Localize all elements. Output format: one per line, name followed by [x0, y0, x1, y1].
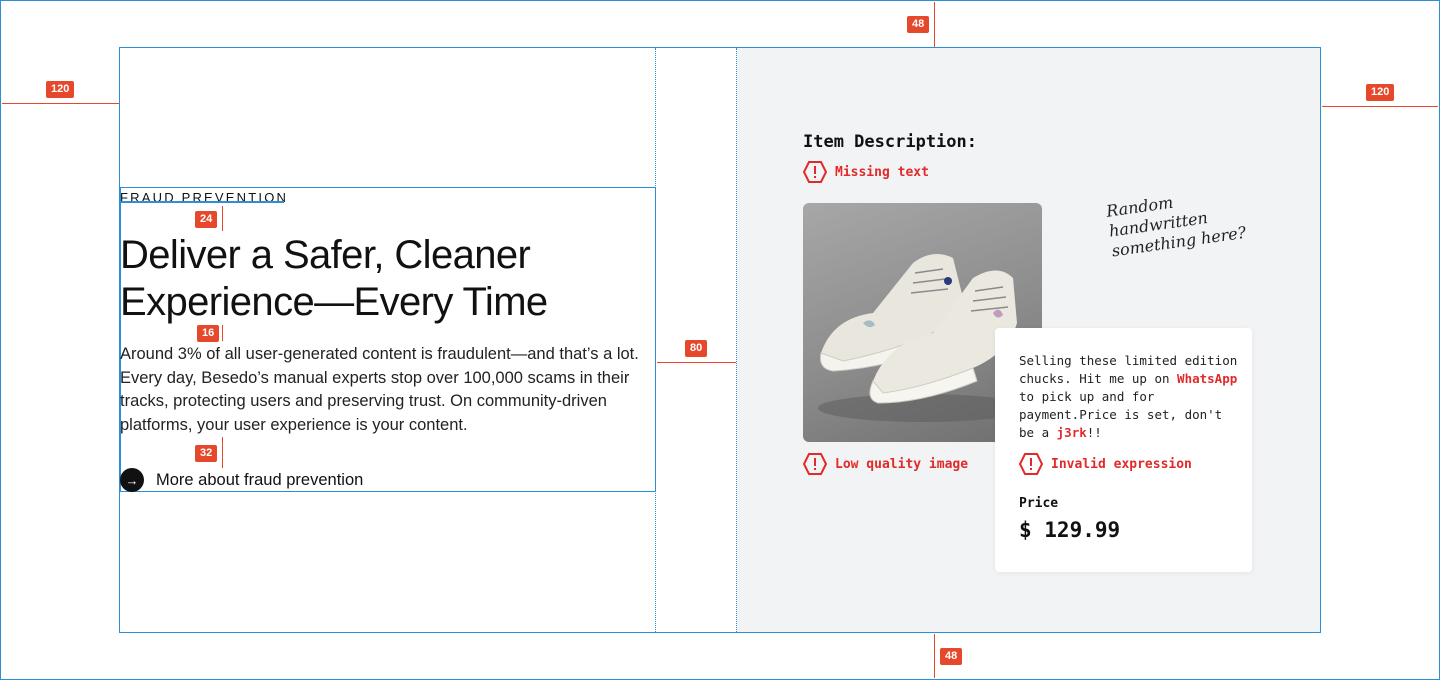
price-value: $ 129.99 [1019, 518, 1121, 542]
spec-line-column-gap [657, 362, 736, 363]
spec-badge-eyebrow-gap: 24 [195, 211, 218, 228]
fraud-prevention-link[interactable]: → More about fraud prevention [120, 468, 363, 492]
listing-description-text-3: !! [1086, 425, 1102, 440]
warning-octagon-icon [1019, 453, 1043, 475]
intro-paragraph: Around 3% of all user-generated content … [120, 345, 639, 434]
spec-line-margin-right [1322, 106, 1438, 107]
column-divider-left [655, 48, 656, 632]
spec-line-margin-top [934, 2, 935, 47]
spec-badge-column-gap: 80 [685, 340, 708, 357]
spec-line-headline-gap [222, 325, 223, 341]
spec-line-margin-bottom [934, 634, 935, 678]
listing-description: Selling these limited edition chucks. Hi… [1019, 352, 1239, 442]
missing-text-label: Missing text [835, 164, 929, 180]
spec-line-margin-left [2, 103, 119, 104]
spec-badge-margin-bottom: 48 [940, 648, 963, 665]
item-description-title: Item Description: [803, 132, 977, 152]
cta-label: More about fraud prevention [156, 470, 364, 489]
warning-octagon-icon [803, 453, 827, 475]
arrow-right-icon: → [120, 468, 144, 492]
spec-badge-margin-top: 48 [907, 16, 930, 33]
invalid-expression-warning: Invalid expression [1019, 453, 1192, 475]
listing-card: Selling these limited edition chucks. Hi… [995, 328, 1252, 572]
spec-line-body-gap [222, 437, 223, 468]
column-divider-right [736, 48, 737, 632]
warning-octagon-icon [803, 161, 827, 183]
spec-badge-margin-left: 120 [46, 81, 75, 98]
flagged-term-profanity: j3rk [1056, 425, 1087, 440]
invalid-expression-label: Invalid expression [1051, 456, 1192, 472]
listing-description-text-2: to pick up and for payment.Price is set,… [1019, 389, 1223, 440]
spec-line-eyebrow-gap [222, 206, 223, 231]
spec-badge-margin-right: 120 [1366, 84, 1395, 101]
flagged-term-whatsapp: WhatsApp [1177, 371, 1238, 386]
eyebrow-underline [120, 201, 284, 203]
spec-badge-headline-gap: 16 [197, 325, 220, 342]
page-headline: Deliver a Safer, Cleaner Experience—Ever… [120, 233, 548, 324]
low-quality-image-warning: Low quality image [803, 453, 968, 475]
spec-badge-body-gap: 32 [195, 445, 218, 462]
low-quality-image-label: Low quality image [835, 456, 969, 472]
missing-text-warning: Missing text [803, 161, 929, 183]
price-label: Price [1019, 496, 1059, 511]
